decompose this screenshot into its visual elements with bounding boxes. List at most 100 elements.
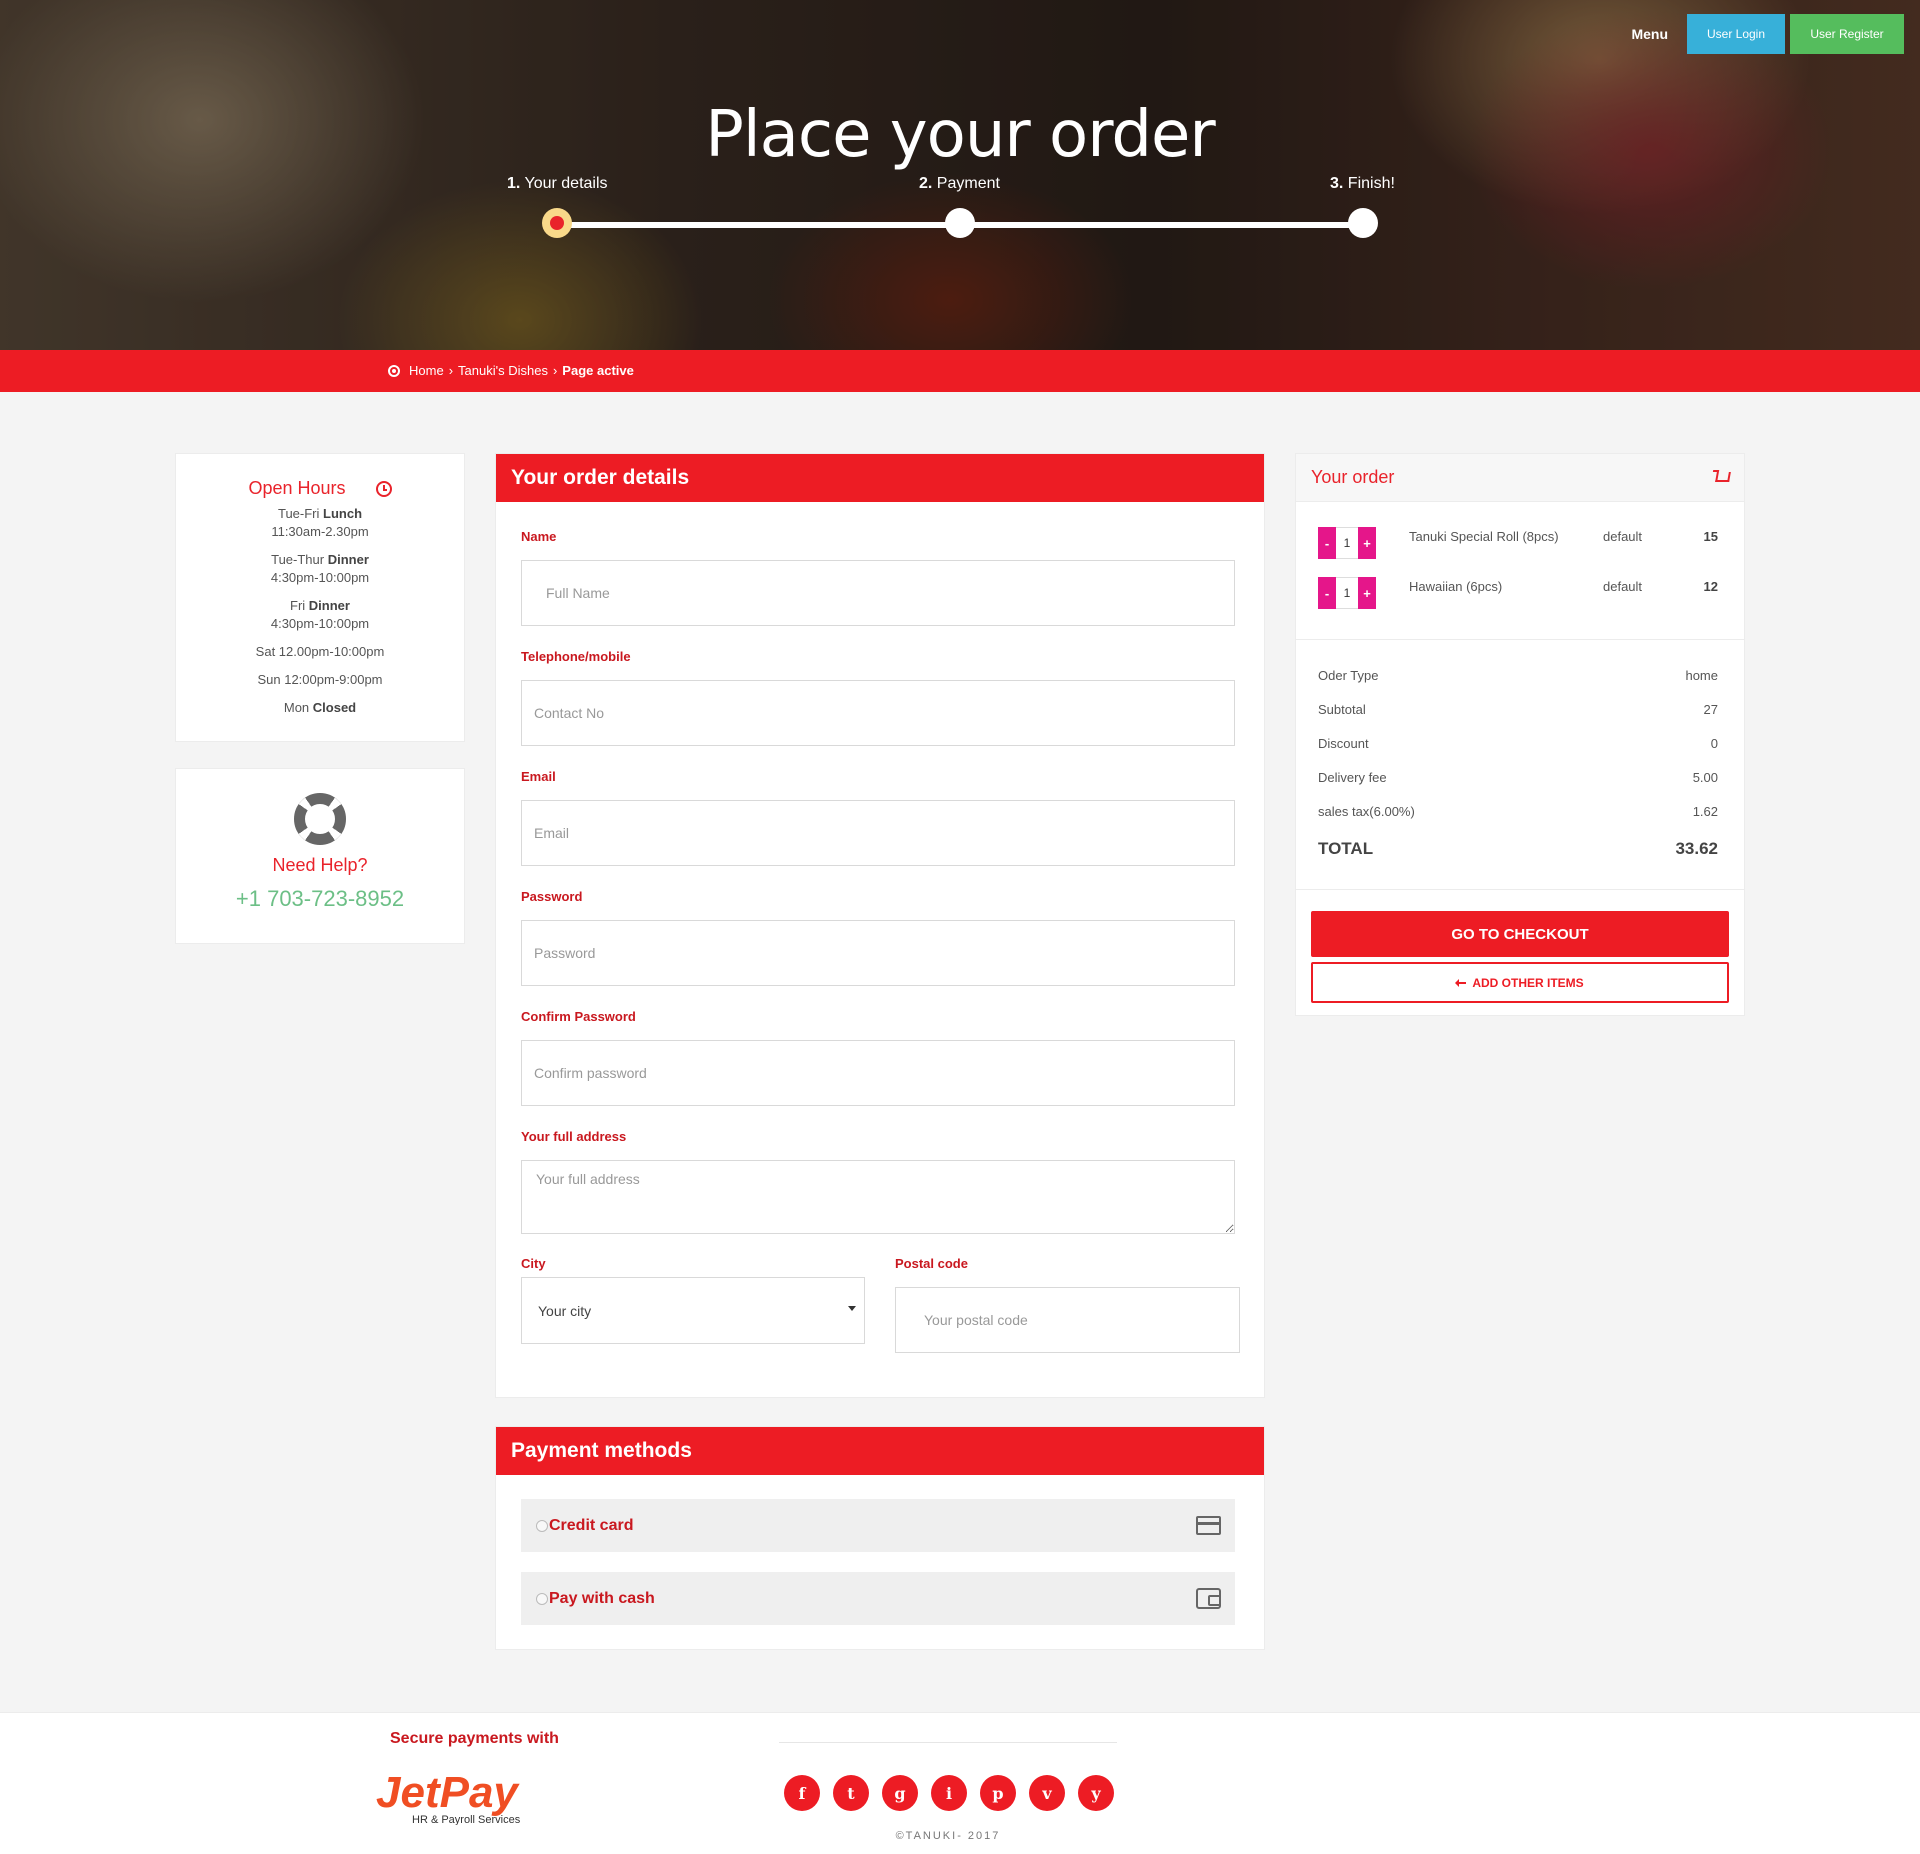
cash-radio[interactable] [536,1592,548,1605]
hours-row: Tue-Thur Dinner 4:30pm-10:00pm [270,552,370,585]
address-label: Your full address [521,1129,627,1144]
step-2-label: 2. Payment [919,175,1000,192]
pay-with-cash-label: Pay with cash [549,1589,655,1607]
breadcrumb-dishes[interactable]: Tanuki's Dishes [458,363,548,378]
increase-qty-button[interactable]: + [1358,577,1376,609]
open-hours-card: Open Hours Tue-Fri Lunch 11:30am-2.30pm … [175,453,465,742]
arrow-left-icon [1455,978,1467,987]
summary-row-subtotal: Subtotal 27 [1318,702,1718,717]
hours-row-sat: Sat 12.00pm-10:00pm [255,644,385,659]
confirm-password-input[interactable] [521,1040,1235,1106]
email-label: Email [521,769,556,784]
quantity-stepper: - 1 + [1318,577,1376,609]
user-login-button[interactable]: User Login [1687,14,1785,54]
svg-text:JetPay: JetPay [376,1768,520,1817]
your-order-card: Your order - 1 + Tanuki Special Roll (8p… [1295,453,1745,1016]
instagram-icon[interactable]: i [931,1775,967,1811]
postal-code-label: Postal code [895,1256,968,1271]
payment-methods-panel: Payment methods Credit card Pay with cas… [495,1426,1265,1650]
twitter-icon[interactable]: t [833,1775,869,1811]
item-name: Tanuki Special Roll (8pcs) [1409,529,1559,544]
divider [1296,639,1744,640]
help-phone-link[interactable]: +1 703-723-8952 [176,886,464,912]
postal-code-input[interactable] [895,1287,1240,1353]
need-help-card: Need Help? +1 703-723-8952 [175,768,465,944]
credit-card-label: Credit card [549,1516,634,1534]
youtube-icon[interactable]: y [1078,1775,1114,1811]
quantity-value[interactable]: 1 [1336,527,1358,559]
order-details-title: Your order details [496,454,1264,502]
summary-row-sales-tax: sales tax(6.00%) 1.62 [1318,804,1718,819]
go-to-checkout-button[interactable]: GO TO CHECKOUT [1311,911,1729,957]
step-3-dot [1348,208,1378,238]
jetpay-logo: JetPay HR & Payroll Services [376,1768,521,1825]
breadcrumb-separator: › [448,363,454,378]
hours-row-mon: Mon Closed [283,700,357,715]
step-3-label: 3. Finish! [1330,175,1395,192]
credit-card-radio[interactable] [536,1519,548,1532]
password-input[interactable] [521,920,1235,986]
svg-text:HR & Payroll Services: HR & Payroll Services [412,1814,521,1825]
payment-methods-title: Payment methods [496,1427,1264,1475]
step-1-dot [542,208,572,238]
password-label: Password [521,889,583,904]
page-title: Place your order [705,98,1215,172]
order-total: TOTAL 33.62 [1318,839,1718,858]
cart-icon [1715,472,1731,482]
city-select[interactable]: Your city [521,1277,865,1344]
lifebuoy-icon [294,793,346,845]
google-plus-icon[interactable]: g [882,1775,918,1811]
pay-with-cash-option[interactable]: Pay with cash [521,1572,1235,1625]
menu-link[interactable]: Menu [1631,26,1668,42]
full-address-textarea[interactable] [521,1160,1235,1234]
credit-card-option[interactable]: Credit card [521,1499,1235,1552]
summary-row-discount: Discount 0 [1318,736,1718,751]
order-item: - 1 + Hawaiian (6pcs) default 12 [1318,577,1718,609]
order-item: - 1 + Tanuki Special Roll (8pcs) default… [1318,527,1718,559]
user-register-button[interactable]: User Register [1790,14,1904,54]
social-links: f t g i p v y [784,1775,1114,1811]
need-help-title: Need Help? [272,855,368,875]
breadcrumb-bar: Home › Tanuki's Dishes › Page active [0,350,1920,392]
clock-icon [375,480,392,497]
decrease-qty-button[interactable]: - [1318,577,1336,609]
location-pin-icon [388,364,400,377]
add-other-items-button[interactable]: ADD OTHER ITEMS [1311,962,1729,1003]
wallet-icon [1196,1588,1221,1609]
confirm-password-label: Confirm Password [521,1009,636,1024]
hours-list: Tue-Fri Lunch 11:30am-2.30pm Tue-Thur Di… [176,505,464,717]
contact-no-input[interactable] [521,680,1235,746]
decrease-qty-button[interactable]: - [1318,527,1336,559]
order-details-panel: Your order details Name Telephone/mobile… [495,453,1265,1398]
full-name-input[interactable] [521,560,1235,626]
credit-card-icon [1196,1516,1221,1535]
breadcrumb: Home › Tanuki's Dishes › Page active [388,363,634,378]
item-price: 15 [1703,529,1718,544]
facebook-icon[interactable]: f [784,1775,820,1811]
summary-row-order-type: Oder Type home [1318,668,1718,683]
step-2-dot [945,208,975,238]
your-order-header: Your order [1296,454,1744,502]
email-input[interactable] [521,800,1235,866]
copyright: ©TANUKI- 2017 [895,1830,1001,1842]
open-hours-heading: Open Hours [176,478,464,499]
quantity-value[interactable]: 1 [1336,577,1358,609]
hours-row: Tue-Fri Lunch 11:30am-2.30pm [271,506,369,539]
top-nav: Menu User Login User Register [1631,14,1904,54]
summary-row-delivery-fee: Delivery fee 5.00 [1318,770,1718,785]
pinterest-icon[interactable]: p [980,1775,1016,1811]
hours-row: Fri Dinner 4:30pm-10:00pm [270,598,370,631]
step-1-label: 1. Your details [507,175,608,192]
telephone-label: Telephone/mobile [521,649,631,664]
footer-divider [779,1742,1117,1743]
breadcrumb-active: Page active [562,363,634,378]
item-option: default [1603,529,1643,544]
increase-qty-button[interactable]: + [1358,527,1376,559]
vimeo-icon[interactable]: v [1029,1775,1065,1811]
item-option: default [1603,579,1643,594]
name-label: Name [521,529,557,544]
breadcrumb-home[interactable]: Home [409,363,444,378]
breadcrumb-separator: › [552,363,558,378]
divider [1296,889,1744,890]
footer: Secure payments with JetPay HR & Payroll… [0,1712,1920,1854]
